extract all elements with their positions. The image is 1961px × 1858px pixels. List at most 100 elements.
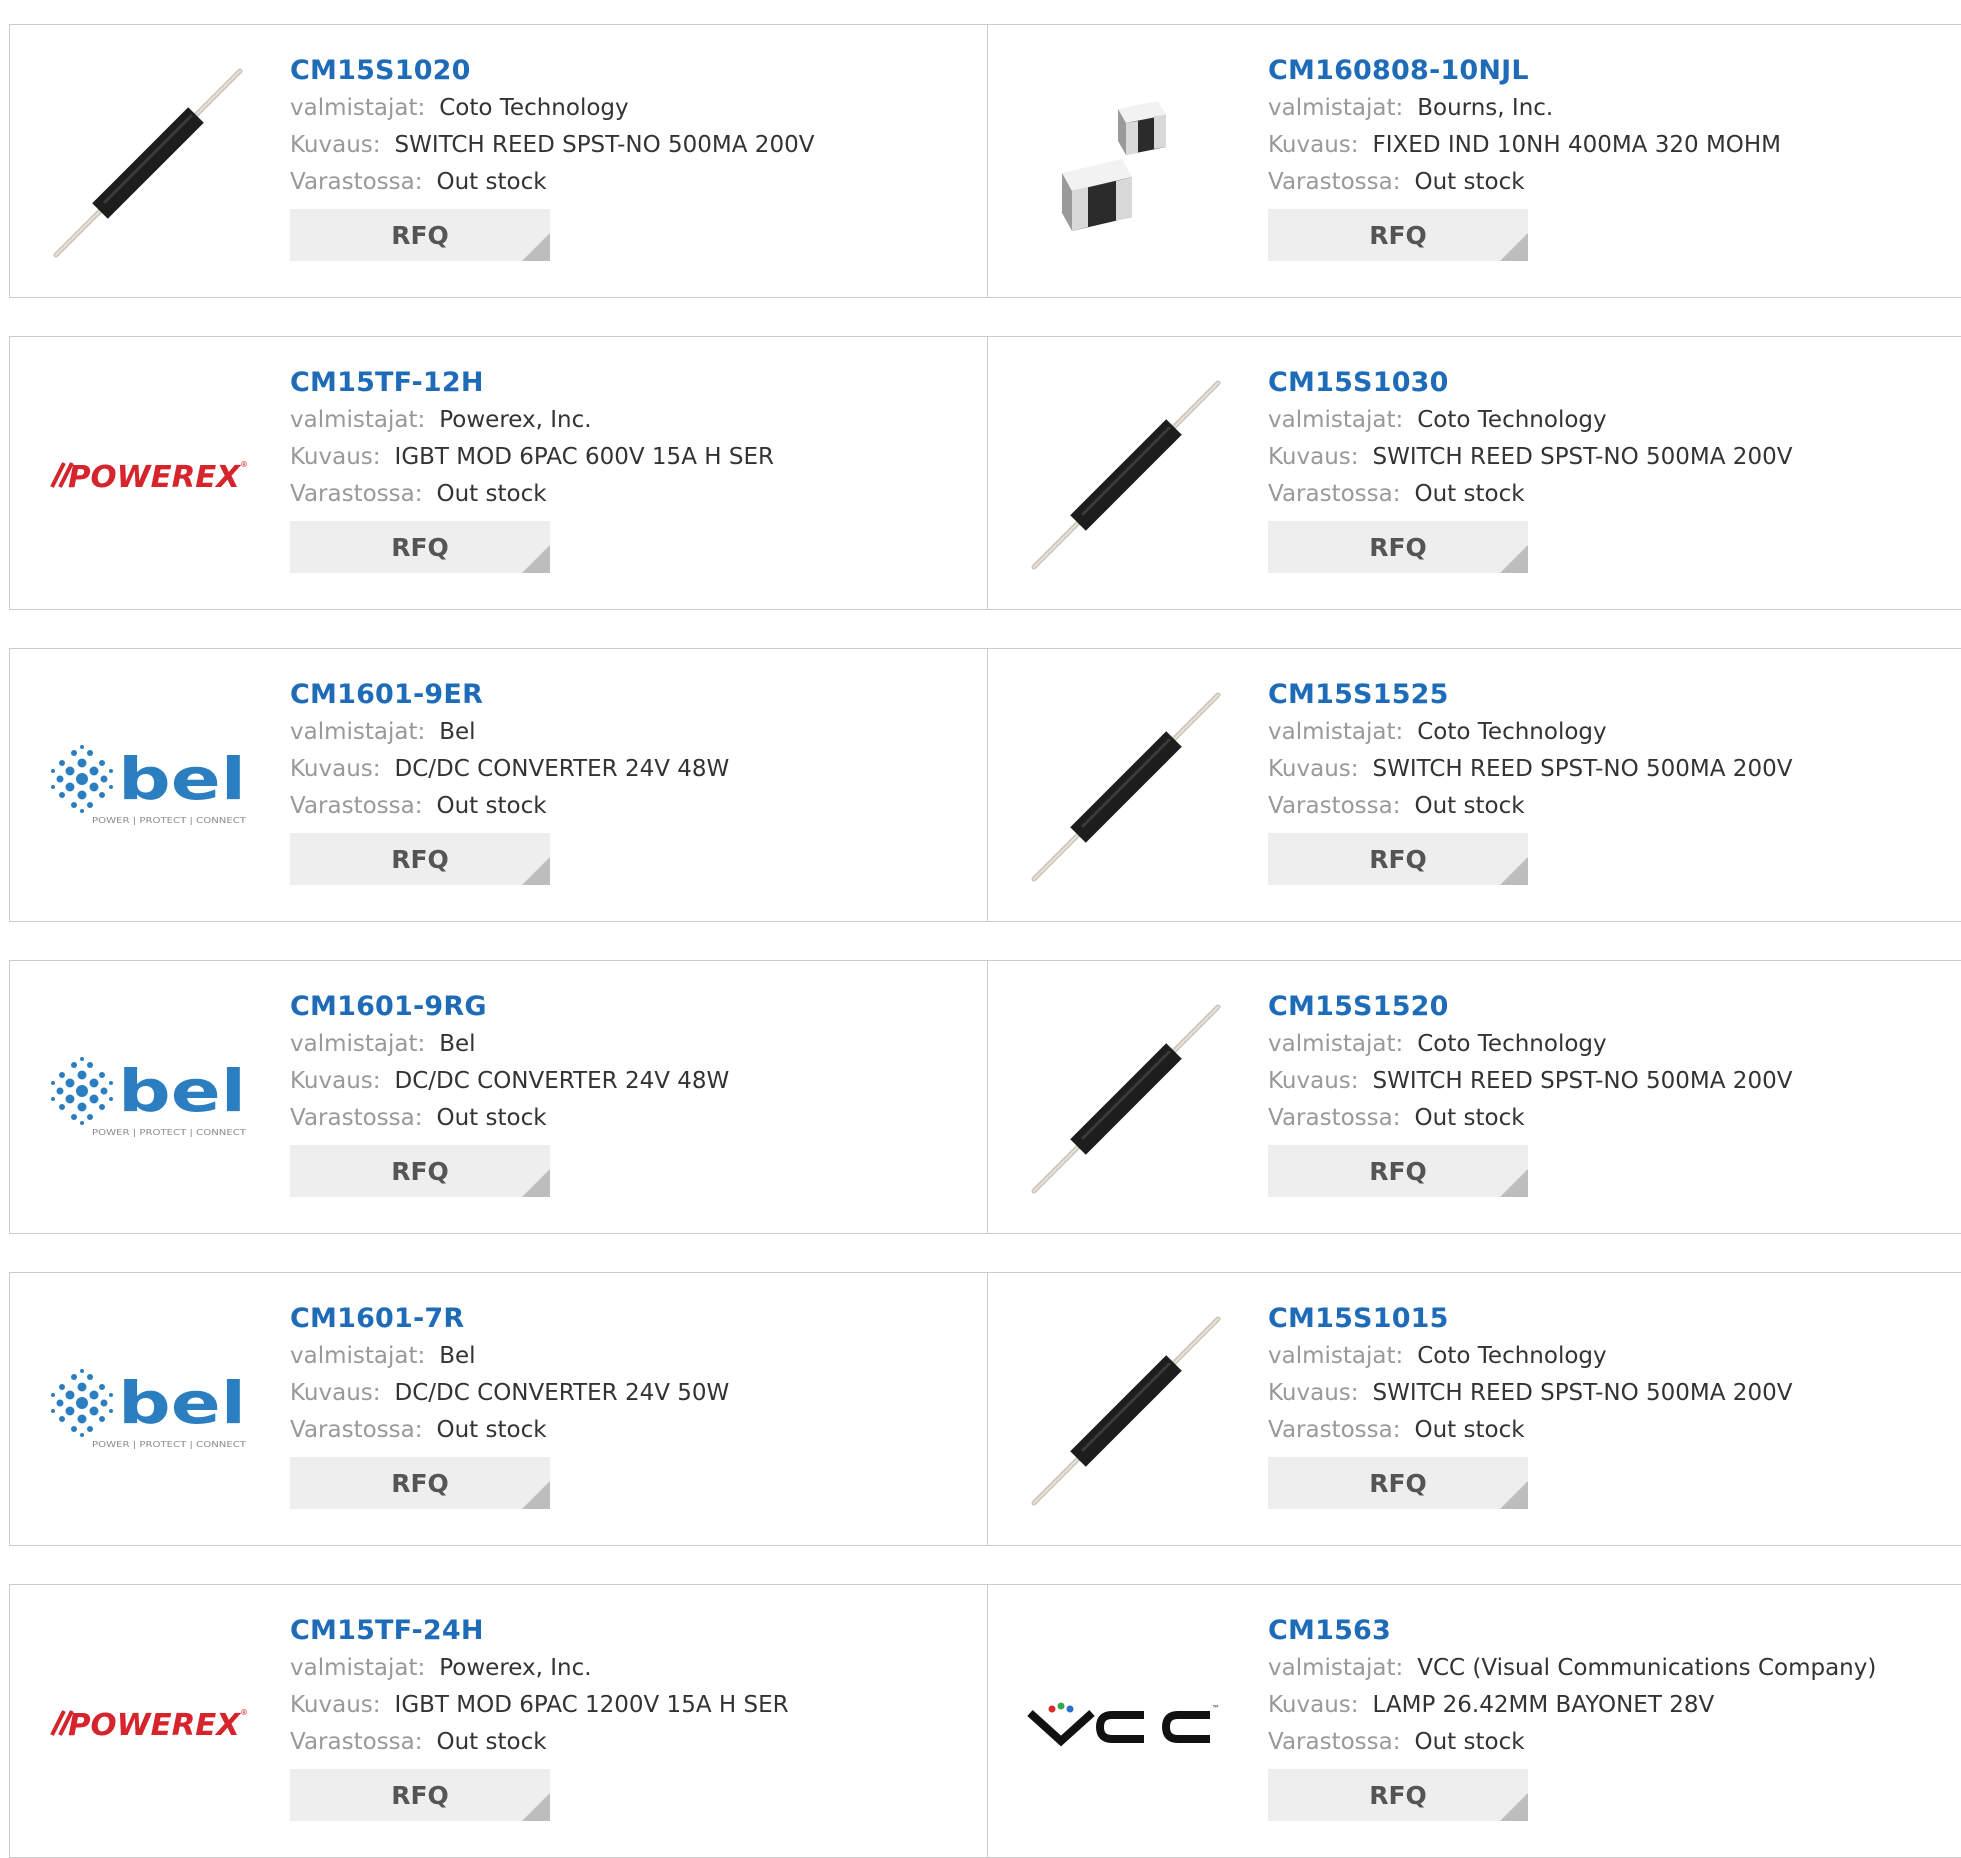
manufacturer-field: valmistajat: Powerex, Inc. — [290, 402, 774, 439]
product-info: CM15S1020 valmistajat: Coto Technology Kuva… — [290, 52, 814, 261]
reed-switch-image — [1031, 692, 1221, 882]
manufacturer-label: valmistajat: — [1268, 1031, 1404, 1057]
bel-tagline: POWER | PROTECT | CONNECT — [92, 1440, 247, 1449]
description-field: Kuvaus: DC/DC CONVERTER 24V 48W — [290, 1063, 729, 1100]
product-info: CM1601-9ER valmistajat: Bel Kuvaus: DC/DC CO… — [290, 676, 729, 885]
part-number-link[interactable]: CM15TF-12H — [290, 364, 774, 402]
rfq-button[interactable]: RFQ — [290, 833, 550, 885]
rfq-label: RFQ — [1369, 844, 1427, 874]
part-number-link[interactable]: CM160808-10NJL — [1268, 52, 1781, 90]
manufacturer-field: valmistajat: Bourns, Inc. — [1268, 90, 1781, 127]
rfq-button[interactable]: RFQ — [1268, 833, 1528, 885]
product-info: CM15S1520 valmistajat: Coto Technology Kuva… — [1268, 988, 1792, 1197]
part-number-link[interactable]: CM1601-7R — [290, 1300, 729, 1338]
manufacturer-field: valmistajat: Coto Technology — [290, 90, 814, 127]
product-thumbnail[interactable]: bel POWER | PROTECT | CONNECT — [48, 999, 248, 1199]
part-number-link[interactable]: CM15S1525 — [1268, 676, 1792, 714]
product-thumbnail[interactable]: ™ — [1026, 1623, 1226, 1823]
part-number-link[interactable]: CM1601-9RG — [290, 988, 729, 1026]
product-thumbnail[interactable] — [48, 63, 248, 263]
stock-label: Varastossa: — [1268, 1729, 1401, 1755]
product-card: ™ CM1563 valmistajat: VCC (Visual Communic… — [988, 1585, 1961, 1857]
product-thumbnail[interactable]: bel POWER | PROTECT | CONNECT — [48, 1311, 248, 1511]
product-info: CM1601-9RG valmistajat: Bel Kuvaus: DC/DC CO… — [290, 988, 729, 1197]
corner-triangle-icon — [522, 857, 550, 885]
description-label: Kuvaus: — [1268, 1068, 1359, 1094]
rfq-button[interactable]: RFQ — [1268, 209, 1528, 261]
bel-logo-text: bel — [118, 745, 246, 813]
vcc-logo: ™ — [1027, 1702, 1220, 1747]
product-thumbnail[interactable]: POWEREX ® — [48, 1623, 248, 1823]
description-field: Kuvaus: DC/DC CONVERTER 24V 50W — [290, 1375, 729, 1412]
product-row: POWEREX ® CM15TF-12H valmistajat: Powerex,… — [9, 336, 1961, 610]
rfq-button[interactable]: RFQ — [290, 521, 550, 573]
product-thumbnail[interactable] — [1026, 999, 1226, 1199]
svg-text:®: ® — [240, 1708, 248, 1717]
stock-label: Varastossa: — [290, 169, 423, 195]
part-number-link[interactable]: CM1563 — [1268, 1612, 1876, 1650]
product-card: bel POWER | PROTECT | CONNECT CM1601-9RG… — [10, 961, 988, 1233]
corner-triangle-icon — [522, 545, 550, 573]
corner-triangle-icon — [1500, 1793, 1528, 1821]
description-label: Kuvaus: — [290, 444, 381, 470]
manufacturer-value: Bourns, Inc. — [1417, 95, 1554, 121]
rfq-button[interactable]: RFQ — [290, 1769, 550, 1821]
manufacturer-value: Coto Technology — [1417, 407, 1607, 433]
stock-value: Out stock — [436, 793, 547, 819]
description-label: Kuvaus: — [1268, 444, 1359, 470]
product-thumbnail[interactable] — [1026, 1311, 1226, 1511]
rfq-button[interactable]: RFQ — [1268, 1769, 1528, 1821]
rfq-label: RFQ — [391, 220, 449, 250]
description-field: Kuvaus: LAMP 26.42MM BAYONET 28V — [1268, 1687, 1876, 1724]
product-thumbnail[interactable] — [1026, 687, 1226, 887]
description-label: Kuvaus: — [290, 132, 381, 158]
product-card: bel POWER | PROTECT | CONNECT CM1601-7R v… — [10, 1273, 988, 1545]
powerex-logo: POWEREX ® — [50, 460, 248, 495]
part-number-link[interactable]: CM15S1030 — [1268, 364, 1792, 402]
description-label: Kuvaus: — [290, 1380, 381, 1406]
manufacturer-field: valmistajat: VCC (Visual Communications C… — [1268, 1650, 1876, 1687]
product-info: CM15S1015 valmistajat: Coto Technology Kuva… — [1268, 1300, 1792, 1509]
stock-label: Varastossa: — [1268, 169, 1401, 195]
product-info: CM15S1525 valmistajat: Coto Technology Kuva… — [1268, 676, 1792, 885]
description-field: Kuvaus: DC/DC CONVERTER 24V 48W — [290, 751, 729, 788]
manufacturer-value: Coto Technology — [1417, 1031, 1607, 1057]
part-number-link[interactable]: CM1601-9ER — [290, 676, 729, 714]
manufacturer-field: valmistajat: Bel — [290, 714, 729, 751]
product-thumbnail[interactable]: bel POWER | PROTECT | CONNECT — [48, 687, 248, 887]
product-thumbnail[interactable] — [1026, 375, 1226, 575]
description-label: Kuvaus: — [290, 1068, 381, 1094]
stock-field: Varastossa: Out stock — [1268, 1412, 1792, 1449]
rfq-button[interactable]: RFQ — [290, 1145, 550, 1197]
product-thumbnail[interactable] — [1026, 63, 1226, 263]
part-number-link[interactable]: CM15TF-24H — [290, 1612, 789, 1650]
stock-value: Out stock — [1414, 169, 1525, 195]
vcc-tm: ™ — [1212, 1704, 1220, 1713]
powerex-logo-text: POWEREX — [68, 460, 242, 495]
rfq-button[interactable]: RFQ — [1268, 1457, 1528, 1509]
rfq-label: RFQ — [391, 532, 449, 562]
stock-label: Varastossa: — [1268, 481, 1401, 507]
rfq-button[interactable]: RFQ — [1268, 1145, 1528, 1197]
rfq-button[interactable]: RFQ — [290, 1457, 550, 1509]
corner-triangle-icon — [1500, 1169, 1528, 1197]
product-card: CM15S1030 valmistajat: Coto Technology Kuva… — [988, 337, 1961, 609]
description-value: DC/DC CONVERTER 24V 48W — [394, 1068, 730, 1094]
product-thumbnail[interactable]: POWEREX ® — [48, 375, 248, 575]
part-number-link[interactable]: CM15S1020 — [290, 52, 814, 90]
part-number-link[interactable]: CM15S1520 — [1268, 988, 1792, 1026]
product-card: POWEREX ® CM15TF-12H valmistajat: Powerex,… — [10, 337, 988, 609]
manufacturer-value: Bel — [439, 1031, 476, 1057]
corner-triangle-icon — [522, 1793, 550, 1821]
manufacturer-field: valmistajat: Coto Technology — [1268, 402, 1792, 439]
part-number-link[interactable]: CM15S1015 — [1268, 1300, 1792, 1338]
description-label: Kuvaus: — [1268, 756, 1359, 782]
stock-field: Varastossa: Out stock — [1268, 1724, 1876, 1761]
rfq-label: RFQ — [1369, 532, 1427, 562]
rfq-button[interactable]: RFQ — [290, 209, 550, 261]
description-field: Kuvaus: SWITCH REED SPST-NO 500MA 200V — [1268, 1063, 1792, 1100]
description-value: DC/DC CONVERTER 24V 50W — [394, 1380, 730, 1406]
rfq-button[interactable]: RFQ — [1268, 521, 1528, 573]
stock-label: Varastossa: — [1268, 793, 1401, 819]
manufacturer-label: valmistajat: — [290, 1343, 426, 1369]
